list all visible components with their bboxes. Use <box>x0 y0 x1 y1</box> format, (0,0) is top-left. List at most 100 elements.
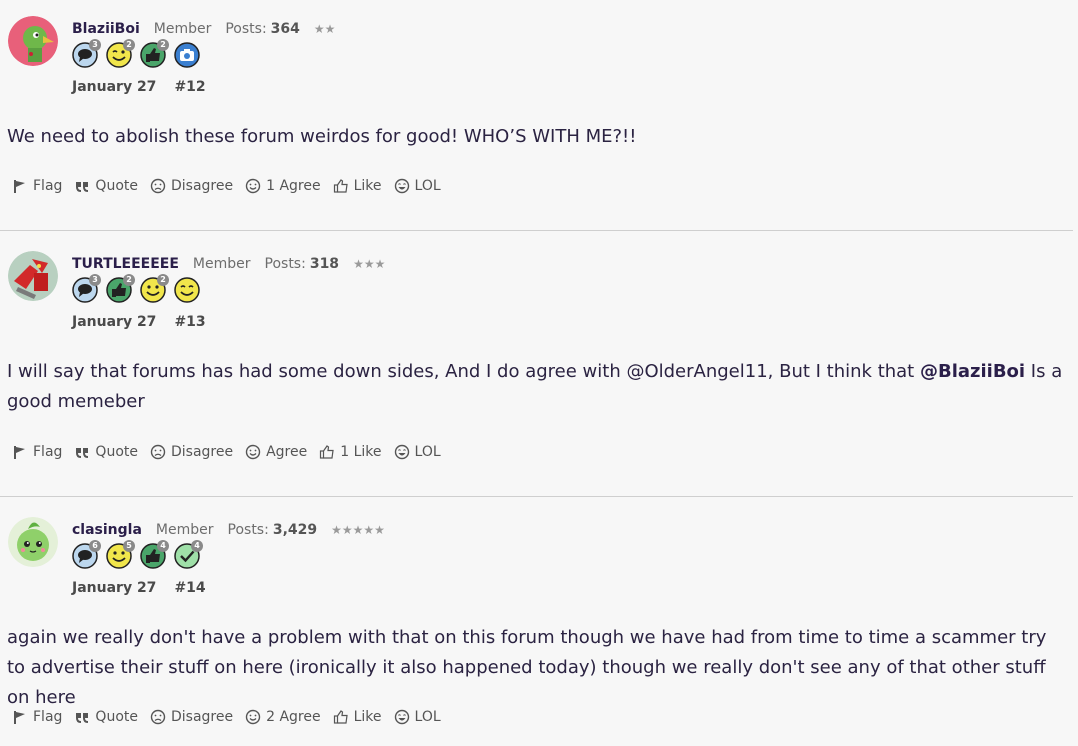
thumbs-up-icon <box>333 179 348 193</box>
agree-button[interactable]: 1 Agree <box>245 178 321 194</box>
speech-bubble-icon[interactable]: 3 <box>72 39 101 68</box>
post-13: TURTLEEEEEE Member Posts: 318 ★★★ 3 2 2 … <box>0 235 1073 465</box>
post-number[interactable]: #14 <box>174 580 205 596</box>
rank-stars: ★★ <box>313 22 336 36</box>
disagree-button[interactable]: Disagree <box>150 178 233 194</box>
badge-count: 6 <box>89 540 101 552</box>
user-role: Member <box>155 522 214 538</box>
post-actions: Flag Quote Disagree 1 Agree Like LOL <box>12 178 453 194</box>
badge-row: 3 2 2 <box>72 274 200 303</box>
frown-icon <box>150 444 166 460</box>
rank-stars: ★★★★★ <box>331 523 385 537</box>
smile-icon <box>245 444 261 460</box>
post-dateline: January 27 #13 <box>72 314 206 330</box>
agree-button[interactable]: Agree <box>245 444 307 460</box>
posts-count: 364 <box>270 21 300 37</box>
post-divider <box>0 496 1073 497</box>
flag-button[interactable]: Flag <box>12 178 62 194</box>
post-date[interactable]: January 27 <box>72 79 156 95</box>
wink-face-icon[interactable]: 2 <box>106 39 135 68</box>
username[interactable]: BlaziiBoi <box>72 21 140 37</box>
posts-count: 3,429 <box>272 522 318 538</box>
posts-label: Posts: <box>264 256 306 272</box>
badge-count: 5 <box>123 540 135 552</box>
post-actions: Flag Quote Disagree 2 Agree Like LOL <box>12 709 453 725</box>
flag-icon <box>14 446 25 459</box>
post-date[interactable]: January 27 <box>72 580 156 596</box>
agree-label: 1 Agree <box>266 178 321 194</box>
agree-label: 2 Agree <box>266 709 321 725</box>
like-label: Like <box>353 178 382 194</box>
post-actions: Flag Quote Disagree Agree 1 Like LOL <box>12 444 453 460</box>
quote-button[interactable]: Quote <box>74 178 138 194</box>
avatar[interactable] <box>8 517 58 567</box>
user-info: BlaziiBoi Member Posts: 364 ★★ <box>72 21 335 37</box>
thumbs-up-icon[interactable]: 4 <box>140 540 169 569</box>
thumbs-up-icon[interactable]: 2 <box>106 274 135 303</box>
badge-row: 3 2 2 <box>72 39 200 68</box>
user-role: Member <box>153 21 212 37</box>
disagree-button[interactable]: Disagree <box>150 444 233 460</box>
posts-label: Posts: <box>225 21 267 37</box>
like-button[interactable]: Like <box>333 709 382 725</box>
quote-button[interactable]: Quote <box>74 444 138 460</box>
badge-row: 6 5 4 4 <box>72 540 203 569</box>
post-body: We need to abolish these forum weirdos f… <box>7 122 1067 152</box>
lol-button[interactable]: LOL <box>394 444 441 460</box>
user-info: TURTLEEEEEE Member Posts: 318 ★★★ <box>72 256 385 272</box>
flag-button[interactable]: Flag <box>12 709 62 725</box>
quote-label: Quote <box>95 709 138 725</box>
post-date[interactable]: January 27 <box>72 314 156 330</box>
avatar[interactable] <box>8 251 58 301</box>
flag-icon <box>14 180 25 193</box>
lol-button[interactable]: LOL <box>394 709 441 725</box>
user-mention-link[interactable]: @BlaziiBoi <box>920 361 1025 382</box>
thumbs-up-icon[interactable]: 2 <box>140 39 169 68</box>
avatar[interactable] <box>8 16 58 66</box>
badge-count: 3 <box>89 274 101 286</box>
disagree-button[interactable]: Disagree <box>150 709 233 725</box>
posts-count: 318 <box>309 256 340 272</box>
laugh-icon <box>394 178 409 194</box>
quote-button[interactable]: Quote <box>74 709 138 725</box>
frown-icon <box>150 709 166 725</box>
user-role: Member <box>192 256 251 272</box>
badge-count: 2 <box>157 39 169 51</box>
smile-face-icon[interactable]: 2 <box>140 274 169 303</box>
thumbs-up-icon <box>333 710 348 724</box>
like-label: 1 Like <box>340 444 382 460</box>
lol-button[interactable]: LOL <box>394 178 441 194</box>
speech-bubble-icon[interactable]: 6 <box>72 540 101 569</box>
flag-button[interactable]: Flag <box>12 444 62 460</box>
post-number[interactable]: #13 <box>174 314 205 330</box>
post-body: I will say that forums has had some down… <box>7 357 1067 417</box>
disagree-label: Disagree <box>170 444 234 460</box>
username[interactable]: clasingla <box>72 522 142 538</box>
like-button[interactable]: 1 Like <box>319 444 382 460</box>
badge-count: 2 <box>123 274 135 286</box>
post-dateline: January 27 #12 <box>72 79 206 95</box>
post-dateline: January 27 #14 <box>72 580 206 596</box>
speech-bubble-icon[interactable]: 3 <box>72 274 101 303</box>
quote-icon <box>76 182 89 192</box>
agree-label: Agree <box>266 444 308 460</box>
smile-face-icon[interactable]: 5 <box>106 540 135 569</box>
badge-count: 4 <box>191 540 203 552</box>
flag-label: Flag <box>33 444 63 460</box>
username[interactable]: TURTLEEEEEE <box>72 256 179 272</box>
agree-button[interactable]: 2 Agree <box>245 709 321 725</box>
thumbs-up-icon <box>320 445 334 459</box>
like-button[interactable]: Like <box>333 178 382 194</box>
camera-icon[interactable] <box>174 42 200 68</box>
lol-label: LOL <box>414 178 441 194</box>
quote-icon <box>76 713 89 723</box>
badge-count: 4 <box>157 540 169 552</box>
wink-face-icon[interactable] <box>174 277 200 303</box>
quote-label: Quote <box>95 444 138 460</box>
quote-icon <box>76 448 89 458</box>
badge-count: 2 <box>123 39 135 51</box>
post-number[interactable]: #12 <box>174 79 205 95</box>
checkmark-icon[interactable]: 4 <box>174 540 203 569</box>
posts-label: Posts: <box>227 522 269 538</box>
rank-stars: ★★★ <box>353 257 386 271</box>
